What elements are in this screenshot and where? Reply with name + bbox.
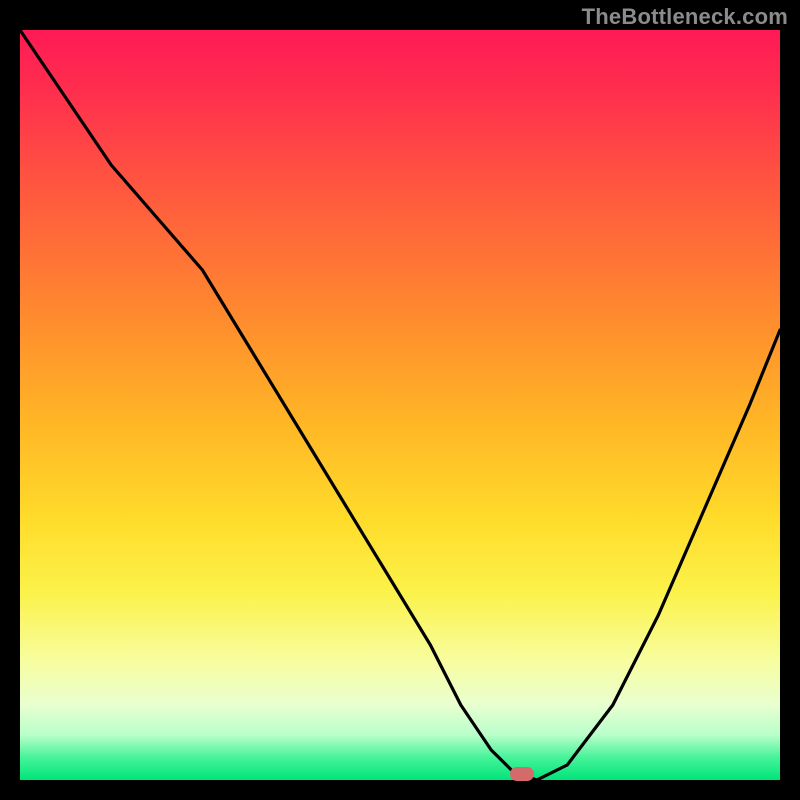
chart-container: TheBottleneck.com (0, 0, 800, 800)
plot-area (20, 30, 780, 780)
optimal-point-marker (510, 767, 534, 781)
watermark-text: TheBottleneck.com (582, 4, 788, 30)
bottleneck-curve (20, 30, 780, 780)
